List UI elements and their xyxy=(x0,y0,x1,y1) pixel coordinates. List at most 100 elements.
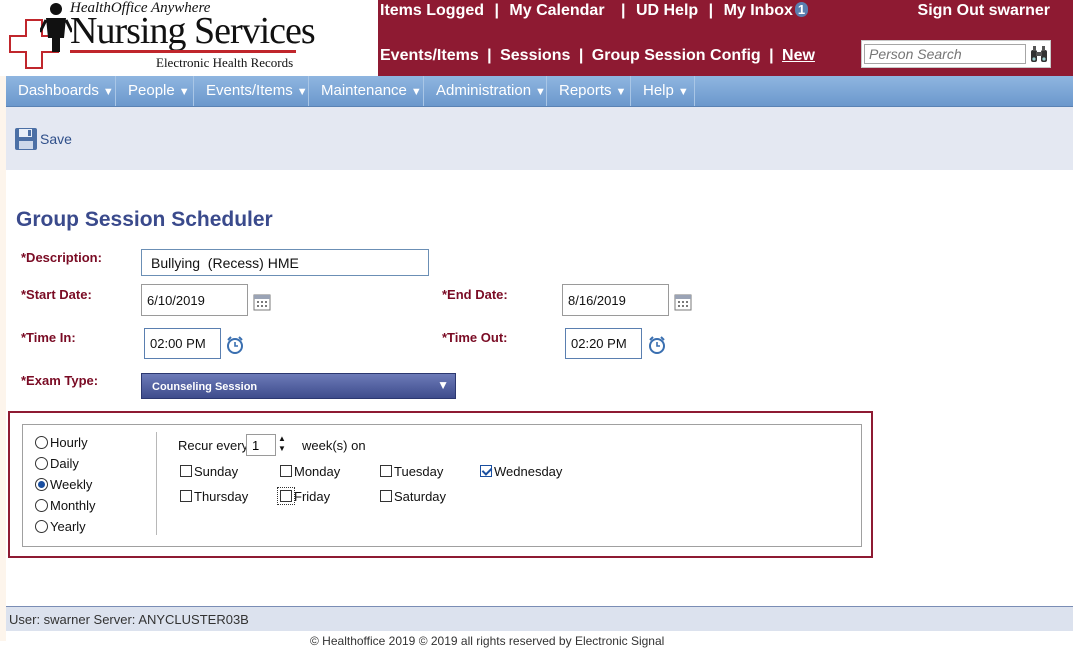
header: HealthOffice Anywhere Nursing Services E… xyxy=(0,0,1073,76)
checkbox-box xyxy=(180,465,192,477)
radio-label: Daily xyxy=(50,456,79,471)
calendar-icon[interactable] xyxy=(674,293,692,311)
page-title: Group Session Scheduler xyxy=(16,208,273,231)
time-in-input[interactable] xyxy=(144,328,221,359)
checkbox-box xyxy=(180,490,192,502)
weeks-on-label: week(s) on xyxy=(302,438,366,453)
menu-administration[interactable]: Administration ▼ xyxy=(424,76,547,106)
link-separator: | xyxy=(708,2,714,19)
menu-maintenance[interactable]: Maintenance ▼ xyxy=(309,76,424,106)
floppy-disk-icon xyxy=(15,128,37,150)
menu-dashboards[interactable]: Dashboards ▼ xyxy=(6,76,116,106)
caret-down-icon: ▼ xyxy=(437,378,449,392)
my-inbox-link[interactable]: My Inbox 1 xyxy=(724,2,809,20)
menu-label: Help xyxy=(643,82,674,99)
top-bar: Items Logged | My Calendar | UD Help | M… xyxy=(378,0,1073,76)
menu-label: Administration xyxy=(436,82,532,99)
description-input[interactable] xyxy=(141,249,429,276)
group-session-config-link[interactable]: Group Session Config xyxy=(592,47,761,64)
time-in-label: *Time In: xyxy=(21,330,76,345)
sub-links: Events/Items | Sessions | Group Session … xyxy=(380,47,815,65)
link-separator: | xyxy=(578,47,584,64)
checkbox-box xyxy=(380,490,392,502)
status-text: User: swarner Server: ANYCLUSTER03B xyxy=(9,612,249,627)
events-items-link[interactable]: Events/Items xyxy=(380,47,479,64)
recurrence-divider xyxy=(156,432,157,535)
checkbox-box xyxy=(480,465,492,477)
caret-down-icon: ▼ xyxy=(178,86,190,98)
radio-label: Hourly xyxy=(50,435,88,450)
caret-down-icon: ▼ xyxy=(535,86,546,98)
recurrence-inner: Hourly Daily Weekly Monthly Yearly Recur… xyxy=(22,424,862,547)
calendar-icon[interactable] xyxy=(253,293,271,311)
radio-label: Yearly xyxy=(50,519,86,534)
caret-down-icon: ▼ xyxy=(296,86,308,98)
start-date-input[interactable] xyxy=(141,284,248,316)
recur-every-input[interactable]: 1 xyxy=(246,434,276,456)
caret-down-icon: ▼ xyxy=(102,86,114,98)
link-separator: | xyxy=(487,47,492,64)
caret-down-icon: ▼ xyxy=(410,86,422,98)
radio-label: Weekly xyxy=(50,477,93,492)
person-search-input[interactable] xyxy=(864,44,1026,64)
checkbox-box xyxy=(380,465,392,477)
day-label: Monday xyxy=(294,464,341,479)
radio-circle xyxy=(35,478,48,491)
day-label: Tuesday xyxy=(394,464,444,479)
menu-label: Events/Items xyxy=(206,82,293,99)
link-separator: | xyxy=(621,2,626,19)
day-label: Saturday xyxy=(394,489,447,504)
radio-label: Monthly xyxy=(50,498,96,513)
sign-out-link[interactable]: Sign Out swarner xyxy=(918,2,1050,20)
spinner-down-icon[interactable]: ▼ xyxy=(276,444,288,454)
nurse-figure-icon xyxy=(40,3,72,52)
my-inbox-label: My Inbox xyxy=(723,2,793,19)
top-links: Items Logged | My Calendar | UD Help | M… xyxy=(380,2,809,20)
recur-spinner[interactable]: ▲ ▼ xyxy=(276,434,288,456)
app-logo[interactable]: HealthOffice Anywhere Nursing Services E… xyxy=(6,0,378,76)
checkbox-box xyxy=(280,465,292,477)
radio-circle xyxy=(35,457,48,470)
clock-icon[interactable] xyxy=(648,336,666,354)
clock-icon[interactable] xyxy=(226,336,244,354)
description-label: *Description: xyxy=(21,250,102,265)
my-calendar-link[interactable]: My Calendar xyxy=(509,2,604,20)
radio-circle xyxy=(35,499,48,512)
exam-type-value: Counseling Session xyxy=(152,381,258,393)
exam-type-select[interactable]: Counseling Session ▼ xyxy=(141,373,456,399)
menu-events-items[interactable]: Events/Items ▼ xyxy=(194,76,309,106)
menu-people[interactable]: People ▼ xyxy=(116,76,194,106)
recur-every-label: Recur every xyxy=(178,438,249,453)
new-link[interactable]: New xyxy=(782,47,815,64)
link-separator: | xyxy=(769,47,774,64)
toolbar: Save xyxy=(6,107,1073,170)
link-separator: | xyxy=(494,2,499,19)
menu-reports[interactable]: Reports ▼ xyxy=(547,76,631,106)
end-date-label: *End Date: xyxy=(442,287,508,302)
menu-help[interactable]: Help ▼ xyxy=(631,76,695,106)
caret-down-icon: ▼ xyxy=(677,86,689,98)
start-date-label: *Start Date: xyxy=(21,287,92,302)
sessions-link[interactable]: Sessions xyxy=(500,47,570,64)
day-label: Wednesday xyxy=(494,464,563,479)
items-logged-link[interactable]: Items Logged xyxy=(380,2,484,20)
logo-underline xyxy=(70,50,296,53)
binoculars-icon[interactable] xyxy=(1030,44,1048,64)
time-out-input[interactable] xyxy=(565,328,642,359)
time-out-label: *Time Out: xyxy=(442,330,508,345)
save-label: Save xyxy=(40,131,72,147)
end-date-input[interactable] xyxy=(562,284,669,316)
inbox-count-badge: 1 xyxy=(794,2,809,17)
day-label: Friday xyxy=(294,489,331,504)
spinner-up-icon[interactable]: ▲ xyxy=(276,434,288,444)
status-footer: User: swarner Server: ANYCLUSTER03B xyxy=(6,606,1073,631)
menu-label: Reports xyxy=(559,82,612,99)
checkbox-box xyxy=(280,490,292,502)
ud-help-link[interactable]: UD Help xyxy=(636,2,698,20)
logo-sub-text: Electronic Health Records xyxy=(156,55,294,70)
caret-down-icon: ▼ xyxy=(615,86,627,98)
menu-label: People xyxy=(128,82,175,99)
person-search xyxy=(861,40,1051,68)
main-menu-bar: Dashboards ▼ People ▼ Events/Items ▼ Mainte… xyxy=(6,76,1073,107)
day-label: Thursday xyxy=(194,489,249,504)
